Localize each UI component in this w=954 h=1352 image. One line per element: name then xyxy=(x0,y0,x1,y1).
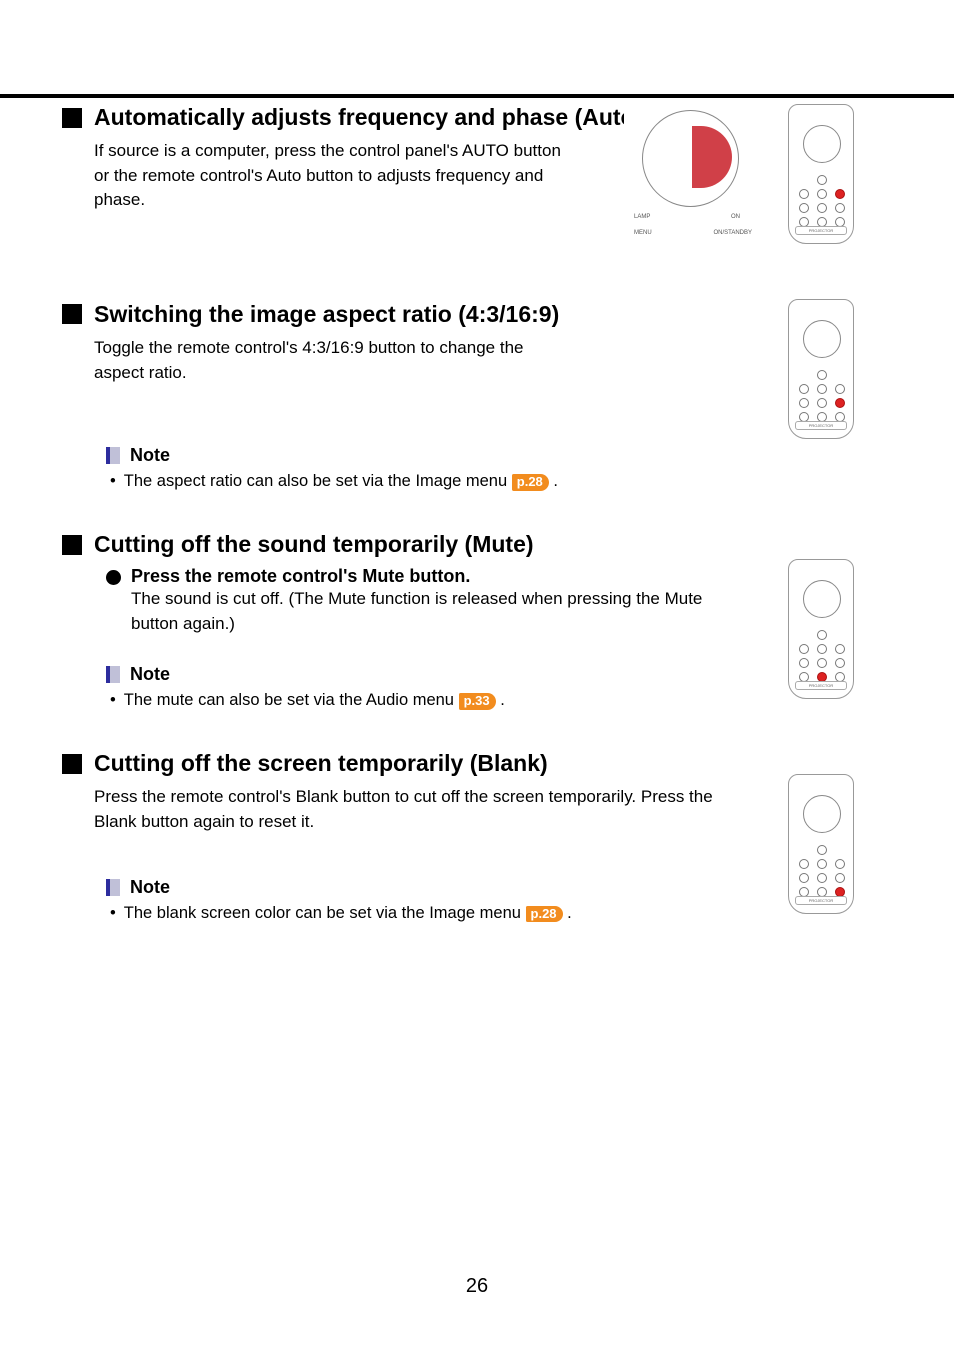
remote-button xyxy=(817,658,827,668)
remote-button xyxy=(799,644,809,654)
section-auto: Automatically adjusts frequency and phas… xyxy=(62,104,874,213)
note-tail: . xyxy=(500,691,505,709)
remote-brand-label: PROJECTOR xyxy=(795,896,847,905)
remote-button xyxy=(817,175,827,185)
remote-illustration-mute: PROJECTOR xyxy=(788,559,854,699)
note-text: The blank screen color can be set via th… xyxy=(124,904,572,923)
auto-button-highlight xyxy=(835,189,845,199)
note-heading-mute: Note xyxy=(106,664,874,685)
page-reference[interactable]: p.28 xyxy=(526,906,563,922)
bullet-dot: • xyxy=(110,904,116,923)
remote-button xyxy=(817,189,827,199)
remote-button xyxy=(817,384,827,394)
square-bullet-icon xyxy=(62,108,82,128)
bullet-dot: • xyxy=(110,691,116,710)
note-bullet-text: The aspect ratio can also be set via the… xyxy=(124,472,507,490)
square-bullet-icon xyxy=(62,304,82,324)
remote-button xyxy=(799,384,809,394)
remote-brand-label: PROJECTOR xyxy=(795,226,847,235)
remote-button xyxy=(799,203,809,213)
disc-bullet-icon xyxy=(106,570,121,585)
remote-button xyxy=(817,370,827,380)
dpad-icon xyxy=(803,125,841,163)
remote-button xyxy=(799,873,809,883)
remote-button xyxy=(835,658,845,668)
remote-button xyxy=(835,203,845,213)
note-bullet-text: The mute can also be set via the Audio m… xyxy=(124,691,454,709)
step-mute: Press the remote control's Mute button. xyxy=(106,566,874,587)
note-icon xyxy=(106,447,120,464)
remote-button xyxy=(817,203,827,213)
heading-text: Cutting off the sound temporarily (Mute) xyxy=(94,531,534,558)
note-text: The aspect ratio can also be set via the… xyxy=(124,472,558,491)
note-bullet-blank: • The blank screen color can be set via … xyxy=(110,904,874,923)
page-reference[interactable]: p.28 xyxy=(512,474,549,490)
section-mute: Cutting off the sound temporarily (Mute)… xyxy=(62,531,874,710)
section-blank: Cutting off the screen temporarily (Blan… xyxy=(62,750,874,922)
heading-text: Switching the image aspect ratio (4:3/16… xyxy=(94,301,559,328)
panel-on-label: ON xyxy=(731,214,740,220)
remote-button xyxy=(817,845,827,855)
note-bullet-aspect: • The aspect ratio can also be set via t… xyxy=(110,472,874,491)
note-heading-blank: Note xyxy=(106,877,874,898)
remote-button xyxy=(817,630,827,640)
section-aspect: Switching the image aspect ratio (4:3/16… xyxy=(62,301,874,491)
remote-button xyxy=(799,398,809,408)
dpad-icon xyxy=(803,580,841,618)
step-body-mute: The sound is cut off. (The Mute function… xyxy=(131,587,721,636)
note-label: Note xyxy=(130,445,170,466)
panel-menu-label: MENU xyxy=(634,230,652,236)
top-rule xyxy=(0,94,954,98)
remote-button xyxy=(799,189,809,199)
remote-button xyxy=(817,398,827,408)
remote-button xyxy=(835,384,845,394)
remote-button xyxy=(817,644,827,654)
remote-button xyxy=(835,859,845,869)
panel-lamp-label: LAMP xyxy=(634,214,650,220)
body-blank: Press the remote control's Blank button … xyxy=(94,785,734,834)
square-bullet-icon xyxy=(62,754,82,774)
remote-button xyxy=(799,658,809,668)
body-auto: If source is a computer, press the contr… xyxy=(94,139,564,213)
step-title: Press the remote control's Mute button. xyxy=(131,566,470,587)
remote-illustration-blank: PROJECTOR xyxy=(788,774,854,914)
note-icon xyxy=(106,879,120,896)
note-label: Note xyxy=(130,877,170,898)
heading-blank: Cutting off the screen temporarily (Blan… xyxy=(62,750,874,777)
heading-text: Cutting off the screen temporarily (Blan… xyxy=(94,750,548,777)
note-icon xyxy=(106,666,120,683)
remote-illustration-auto: PROJECTOR xyxy=(788,104,854,244)
note-label: Note xyxy=(130,664,170,685)
note-tail: . xyxy=(567,904,572,922)
heading-aspect: Switching the image aspect ratio (4:3/16… xyxy=(62,301,874,328)
page-content: Automatically adjusts frequency and phas… xyxy=(62,104,874,963)
note-bullet-text: The blank screen color can be set via th… xyxy=(124,904,521,922)
remote-button xyxy=(799,859,809,869)
remote-brand-label: PROJECTOR xyxy=(795,681,847,690)
remote-button xyxy=(835,873,845,883)
dpad-icon xyxy=(803,795,841,833)
remote-button xyxy=(817,859,827,869)
remote-button xyxy=(817,873,827,883)
remote-brand-label: PROJECTOR xyxy=(795,421,847,430)
heading-text: Automatically adjusts frequency and phas… xyxy=(94,104,642,131)
note-text: The mute can also be set via the Audio m… xyxy=(124,691,505,710)
remote-button xyxy=(835,644,845,654)
body-aspect: Toggle the remote control's 4:3/16:9 but… xyxy=(94,336,564,385)
note-heading-aspect: Note xyxy=(106,445,874,466)
note-tail: . xyxy=(553,472,558,490)
page-number: 26 xyxy=(0,1275,954,1298)
dpad-icon xyxy=(803,320,841,358)
heading-mute: Cutting off the sound temporarily (Mute) xyxy=(62,531,874,558)
panel-standby-label: ON/STANDBY xyxy=(713,230,752,236)
note-bullet-mute: • The mute can also be set via the Audio… xyxy=(110,691,874,710)
square-bullet-icon xyxy=(62,535,82,555)
control-panel-illustration: LAMP ON MENU ON/STANDBY xyxy=(624,104,754,234)
remote-illustration-aspect: PROJECTOR xyxy=(788,299,854,439)
auto-button-highlight xyxy=(692,126,732,188)
page-reference[interactable]: p.33 xyxy=(459,693,496,709)
aspect-button-highlight xyxy=(835,398,845,408)
bullet-dot: • xyxy=(110,472,116,491)
